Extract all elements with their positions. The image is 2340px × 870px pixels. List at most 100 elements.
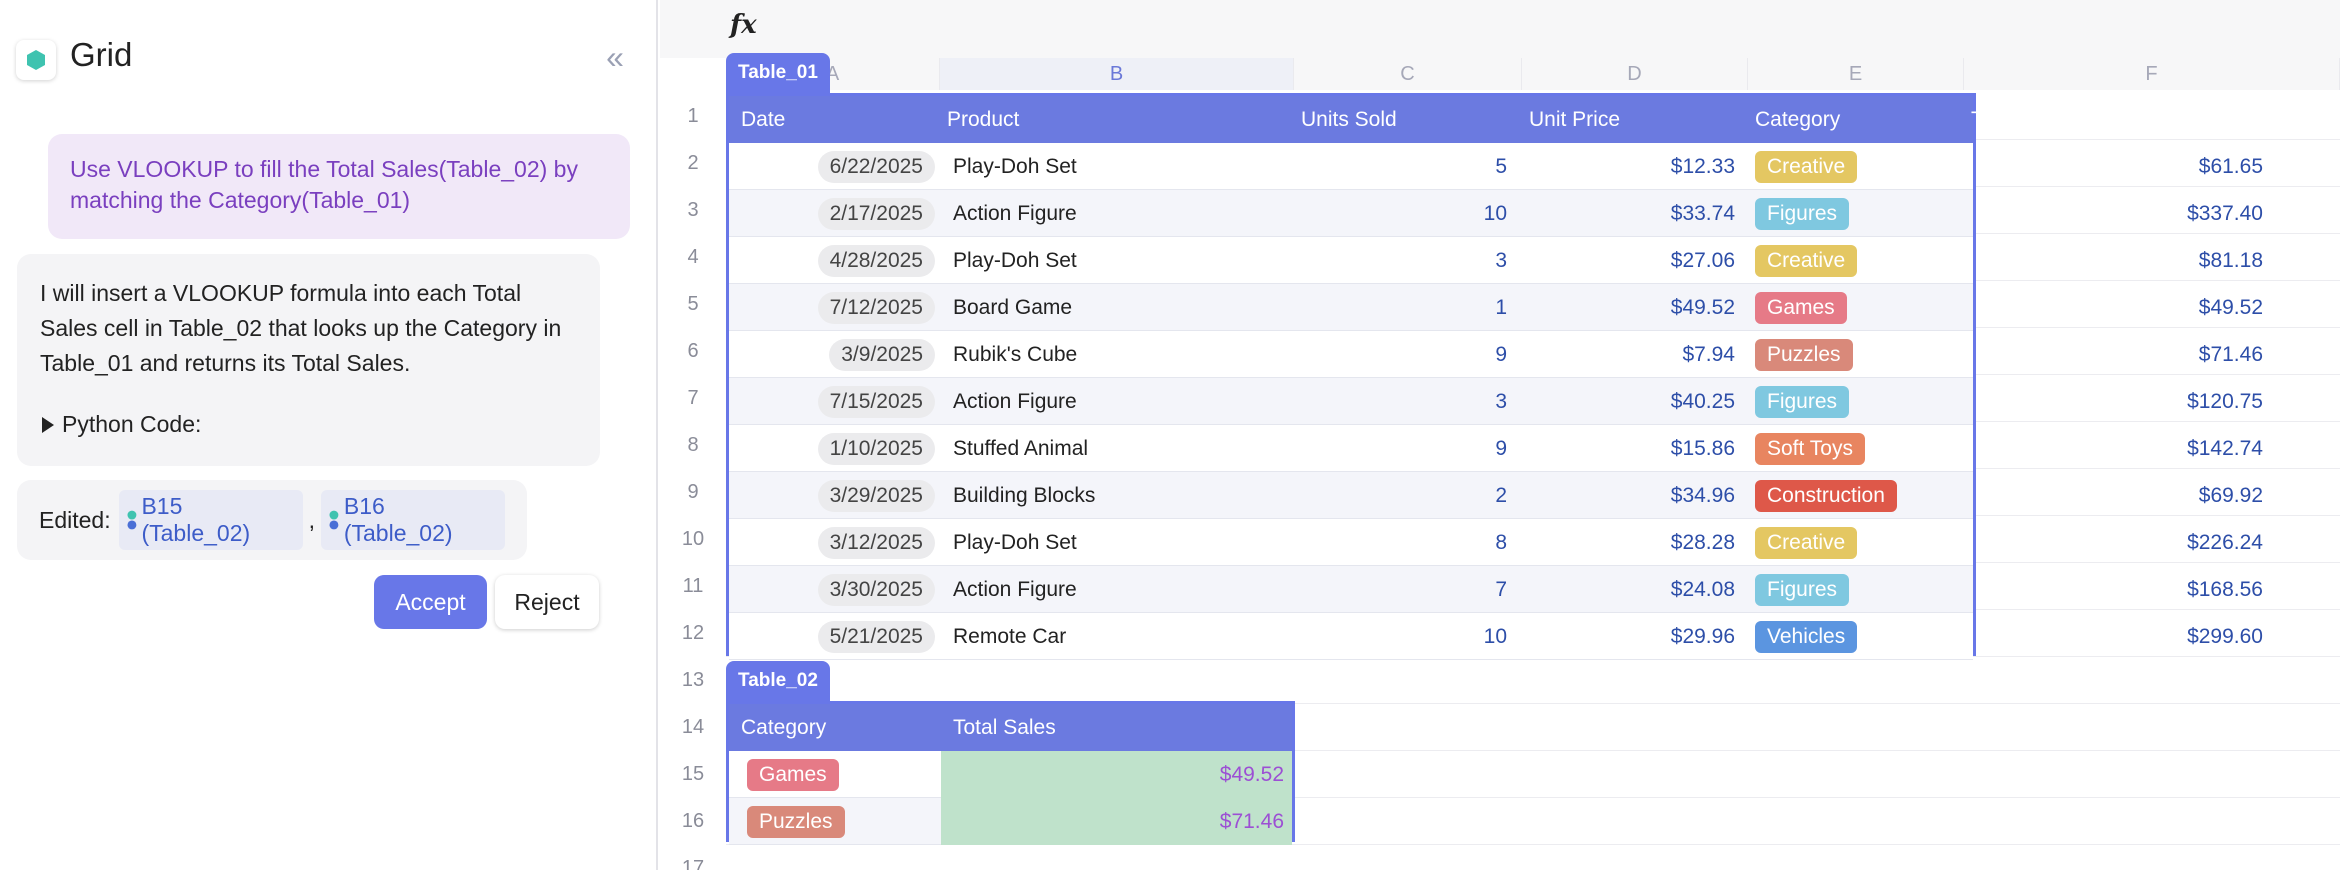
total-sales-cell[interactable]: $81.18: [1961, 237, 2263, 284]
category-cell[interactable]: Figures: [1755, 566, 1850, 613]
row-number[interactable]: 6: [660, 328, 726, 375]
product-cell[interactable]: Play-Doh Set: [953, 237, 1077, 284]
units-sold-cell[interactable]: 3: [1291, 237, 1507, 284]
total-sales-cell[interactable]: $71.46: [941, 798, 1292, 845]
edited-chip-b15[interactable]: B15 (Table_02): [118, 490, 303, 550]
unit-price-cell[interactable]: $24.08: [1519, 566, 1735, 613]
row-number[interactable]: 11: [660, 563, 726, 610]
row-number[interactable]: 16: [660, 798, 726, 845]
category-cell[interactable]: Games: [1755, 284, 1847, 331]
unit-price-cell[interactable]: $29.96: [1519, 613, 1735, 660]
formula-bar[interactable]: fx: [660, 0, 2340, 58]
date-cell[interactable]: 3/12/2025: [729, 519, 935, 566]
product-cell[interactable]: Building Blocks: [953, 472, 1095, 519]
date-cell[interactable]: 1/10/2025: [729, 425, 935, 472]
column-header-f[interactable]: F: [1964, 58, 2340, 90]
category-cell[interactable]: Construction: [1755, 472, 1897, 519]
category-cell[interactable]: Puzzles: [747, 798, 845, 845]
product-cell[interactable]: Action Figure: [953, 566, 1077, 613]
total-sales-cell[interactable]: $299.60: [1961, 613, 2263, 660]
date-cell[interactable]: 3/30/2025: [729, 566, 935, 613]
row-number[interactable]: 8: [660, 422, 726, 469]
unit-price-cell[interactable]: $12.33: [1519, 143, 1735, 190]
category-cell[interactable]: Creative: [1755, 237, 1858, 284]
row-number[interactable]: 7: [660, 375, 726, 422]
total-sales-cell[interactable]: $168.56: [1961, 566, 2263, 613]
table-02-header-cell[interactable]: Category: [741, 704, 826, 751]
row-number[interactable]: 15: [660, 751, 726, 798]
unit-price-cell[interactable]: $15.86: [1519, 425, 1735, 472]
row-number[interactable]: 5: [660, 281, 726, 328]
date-cell[interactable]: 2/17/2025: [729, 190, 935, 237]
units-sold-cell[interactable]: 10: [1291, 190, 1507, 237]
category-cell[interactable]: Vehicles: [1755, 613, 1858, 660]
category-cell[interactable]: Soft Toys: [1755, 425, 1865, 472]
units-sold-cell[interactable]: 5: [1291, 143, 1507, 190]
product-cell[interactable]: Rubik's Cube: [953, 331, 1077, 378]
reject-button[interactable]: Reject: [495, 575, 599, 629]
row-number[interactable]: 3: [660, 187, 726, 234]
column-header-b[interactable]: B: [940, 58, 1294, 90]
unit-price-cell[interactable]: $28.28: [1519, 519, 1735, 566]
unit-price-cell[interactable]: $27.06: [1519, 237, 1735, 284]
unit-price-cell[interactable]: $34.96: [1519, 472, 1735, 519]
units-sold-cell[interactable]: 1: [1291, 284, 1507, 331]
row-number[interactable]: 10: [660, 516, 726, 563]
unit-price-cell[interactable]: $33.74: [1519, 190, 1735, 237]
product-cell[interactable]: Remote Car: [953, 613, 1066, 660]
date-cell[interactable]: 7/12/2025: [729, 284, 935, 331]
total-sales-cell[interactable]: $49.52: [1961, 284, 2263, 331]
date-cell[interactable]: 5/21/2025: [729, 613, 935, 660]
units-sold-cell[interactable]: 8: [1291, 519, 1507, 566]
unit-price-cell[interactable]: $49.52: [1519, 284, 1735, 331]
table-02-header-cell[interactable]: Total Sales: [953, 704, 1056, 751]
category-cell[interactable]: Puzzles: [1755, 331, 1853, 378]
product-cell[interactable]: Action Figure: [953, 378, 1077, 425]
date-cell[interactable]: 6/22/2025: [729, 143, 935, 190]
edited-chip-b16[interactable]: B16 (Table_02): [321, 490, 505, 550]
unit-price-cell[interactable]: $7.94: [1519, 331, 1735, 378]
product-cell[interactable]: Action Figure: [953, 190, 1077, 237]
column-header-c[interactable]: C: [1294, 58, 1522, 90]
table-01-header-cell[interactable]: Units Sold: [1301, 96, 1397, 143]
category-cell[interactable]: Figures: [1755, 190, 1850, 237]
date-cell[interactable]: 4/28/2025: [729, 237, 935, 284]
units-sold-cell[interactable]: 2: [1291, 472, 1507, 519]
category-cell[interactable]: Games: [747, 751, 839, 798]
unit-price-cell[interactable]: $40.25: [1519, 378, 1735, 425]
row-number[interactable]: 17: [660, 845, 726, 870]
table-01-header-cell[interactable]: Date: [741, 96, 785, 143]
units-sold-cell[interactable]: 9: [1291, 331, 1507, 378]
table-01-header-cell[interactable]: Unit Price: [1529, 96, 1620, 143]
product-cell[interactable]: Stuffed Animal: [953, 425, 1088, 472]
units-sold-cell[interactable]: 3: [1291, 378, 1507, 425]
units-sold-cell[interactable]: 9: [1291, 425, 1507, 472]
table-01-header-cell[interactable]: Product: [947, 96, 1019, 143]
row-number[interactable]: 4: [660, 234, 726, 281]
column-header-d[interactable]: D: [1522, 58, 1748, 90]
row-number[interactable]: 9: [660, 469, 726, 516]
table-02-tag[interactable]: Table_02: [726, 661, 830, 701]
total-sales-cell[interactable]: $69.92: [1961, 472, 2263, 519]
row-number[interactable]: 12: [660, 610, 726, 657]
date-cell[interactable]: 7/15/2025: [729, 378, 935, 425]
total-sales-cell[interactable]: $337.40: [1961, 190, 2263, 237]
category-cell[interactable]: Figures: [1755, 378, 1850, 425]
product-cell[interactable]: Board Game: [953, 284, 1072, 331]
date-cell[interactable]: 3/29/2025: [729, 472, 935, 519]
category-cell[interactable]: Creative: [1755, 143, 1858, 190]
total-sales-cell[interactable]: $226.24: [1961, 519, 2263, 566]
total-sales-cell[interactable]: $142.74: [1961, 425, 2263, 472]
product-cell[interactable]: Play-Doh Set: [953, 143, 1077, 190]
units-sold-cell[interactable]: 7: [1291, 566, 1507, 613]
python-code-toggle[interactable]: Python Code:: [40, 407, 577, 442]
total-sales-cell[interactable]: $61.65: [1961, 143, 2263, 190]
accept-button[interactable]: Accept: [374, 575, 487, 629]
product-cell[interactable]: Play-Doh Set: [953, 519, 1077, 566]
category-cell[interactable]: Creative: [1755, 519, 1858, 566]
row-number[interactable]: 2: [660, 140, 726, 187]
table-01-header-cell[interactable]: Category: [1755, 96, 1840, 143]
table-01-tag[interactable]: Table_01: [726, 53, 830, 93]
table-01-header-cell[interactable]: Total Sales: [1971, 96, 2074, 143]
row-number[interactable]: 1: [660, 93, 726, 140]
